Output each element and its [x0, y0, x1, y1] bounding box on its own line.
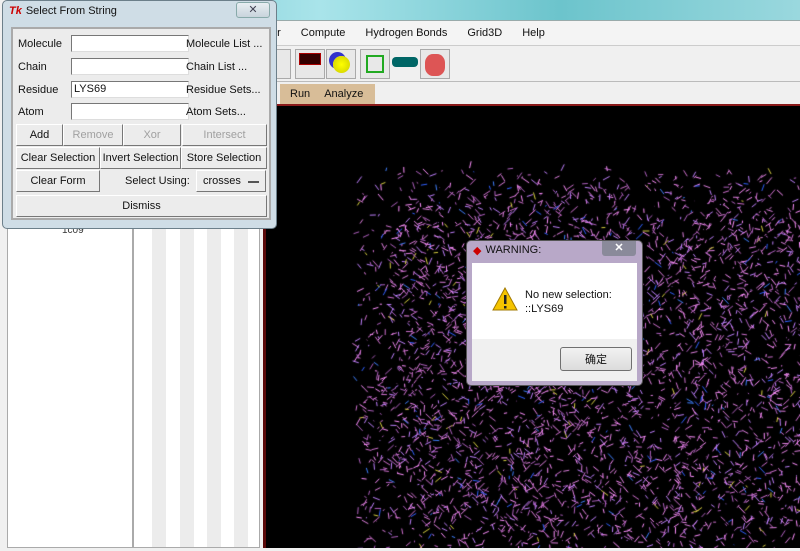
warning-title: WARNING: — [485, 244, 542, 256]
menu-grid3d[interactable]: Grid3D — [467, 27, 502, 39]
atom-sets-link[interactable]: Atom Sets... — [186, 106, 246, 118]
menu-bar: or Compute Hydrogen Bonds Grid3D Help — [265, 20, 800, 45]
chain-list-link[interactable]: Chain List ... — [186, 61, 247, 73]
molecule-list-link[interactable]: Molecule List ... — [186, 38, 262, 50]
molecule-tree[interactable]: 1c09 — [7, 212, 133, 548]
shapes-icon[interactable] — [326, 49, 356, 79]
warning-dialog: ◆ WARNING: ✕ No new selection: ::LYS69 确定 — [466, 240, 643, 386]
menu-hydrogen-bonds[interactable]: Hydrogen Bonds — [365, 27, 447, 39]
command-columns[interactable] — [133, 212, 260, 548]
dismiss-button[interactable]: Dismiss — [16, 195, 267, 217]
clear-selection-button[interactable]: Clear Selection — [16, 147, 100, 169]
tk-icon: ◆ — [473, 245, 482, 257]
warning-message: No new selection: — [525, 289, 612, 301]
dialog-title: Select From String — [25, 5, 117, 17]
menu-help[interactable]: Help — [522, 27, 545, 39]
close-button[interactable]: ✕ — [236, 2, 270, 18]
warning-icon — [492, 287, 518, 311]
invert-selection-button[interactable]: Invert Selection — [100, 147, 181, 169]
select-using-menu[interactable]: crosses — [196, 170, 266, 192]
tab-run[interactable]: Run — [290, 88, 310, 100]
xor-button[interactable]: Xor — [123, 124, 181, 146]
display-icon[interactable] — [295, 49, 325, 79]
close-button[interactable]: ✕ — [602, 241, 636, 256]
select-using-value: crosses — [203, 175, 241, 187]
intersect-button[interactable]: Intersect — [182, 124, 267, 146]
warning-footer: 确定 — [472, 339, 637, 381]
molecule-input[interactable] — [71, 35, 189, 52]
option-menu-indicator-icon — [248, 181, 259, 183]
remove-button[interactable]: Remove — [63, 124, 123, 146]
hierarchy-icon[interactable] — [360, 49, 390, 79]
toolbar — [265, 45, 800, 82]
tab-strip: Run Analyze — [280, 84, 375, 104]
add-button[interactable]: Add — [16, 124, 63, 146]
select-using-label: Select Using: — [125, 175, 190, 187]
ok-button[interactable]: 确定 — [560, 347, 632, 371]
warning-detail: ::LYS69 — [525, 303, 564, 315]
clear-form-button[interactable]: Clear Form — [16, 170, 100, 192]
molecule-label: Molecule — [18, 38, 63, 50]
chain-input[interactable] — [71, 58, 189, 75]
atom-label: Atom — [18, 106, 44, 118]
store-selection-button[interactable]: Store Selection — [181, 147, 267, 169]
tk-icon: Tk — [9, 5, 22, 17]
atom-input[interactable] — [71, 103, 189, 120]
residue-sets-link[interactable]: Residue Sets... — [186, 84, 261, 96]
warning-body: No new selection: ::LYS69 — [472, 263, 637, 339]
tab-analyze[interactable]: Analyze — [324, 88, 363, 100]
residue-label: Residue — [18, 84, 59, 96]
select-from-string-dialog: Tk Select From String ✕ Molecule Molecule… — [2, 0, 277, 229]
stereo-glasses-icon[interactable] — [390, 49, 420, 79]
residue-input[interactable]: LYS69 — [71, 81, 189, 98]
chain-label: Chain — [18, 61, 47, 73]
surface-icon[interactable] — [420, 49, 450, 79]
selection-form: Molecule Molecule List ... Chain Chain L… — [11, 27, 271, 220]
menu-compute[interactable]: Compute — [301, 27, 346, 39]
